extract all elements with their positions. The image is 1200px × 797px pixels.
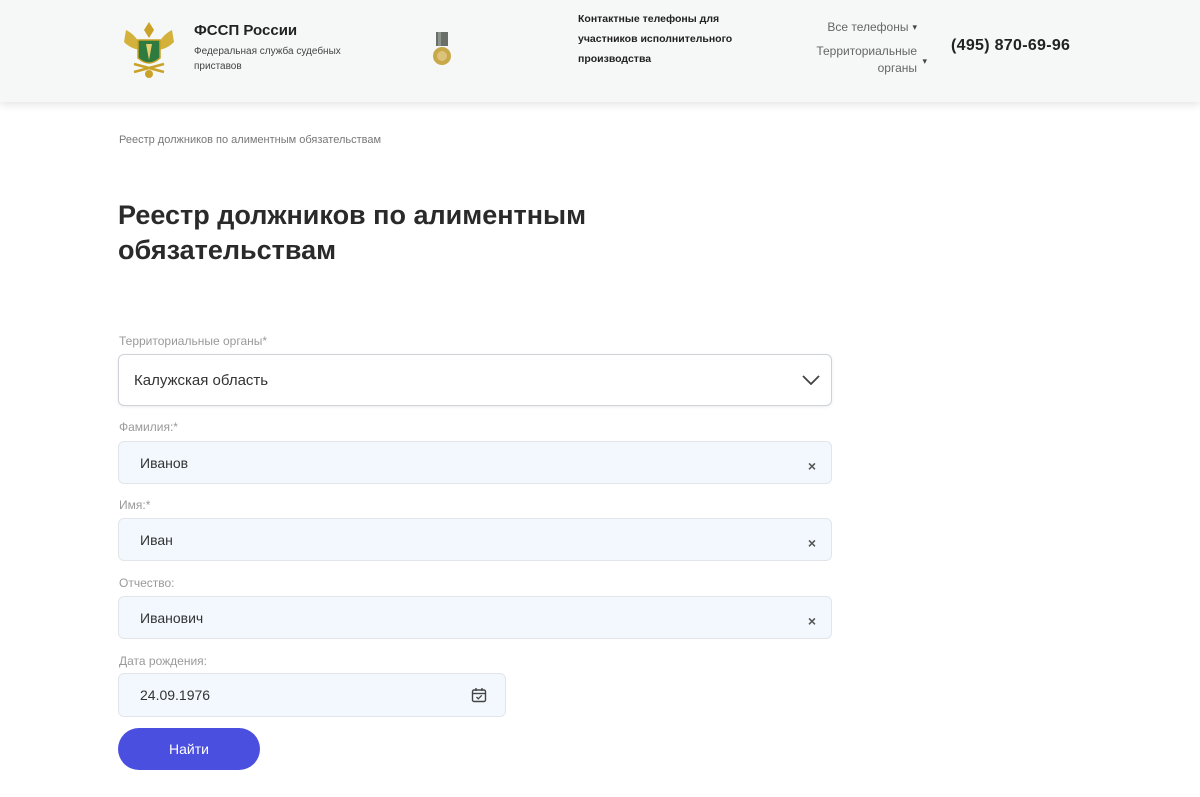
territorial-select-value: Калужская область [134,371,269,389]
contact-phone[interactable]: (495) 870-69-96 [951,37,1070,55]
calendar-icon[interactable] [453,687,505,703]
territorial-field-label: Территориальные органы* [119,334,268,348]
brand-title[interactable]: ФССП России [194,22,297,39]
clear-icon[interactable]: × [793,607,831,629]
birthdate-input-value: 24.09.1976 [140,687,211,703]
birthdate-field-label: Дата рождения: [119,654,207,668]
patronymic-input-value: Иванович [140,609,204,626]
medal-icon [433,32,451,65]
clear-icon[interactable]: × [793,529,831,551]
surname-input[interactable]: Иванов × [118,441,832,484]
all-phones-dropdown[interactable]: Все телефоны ▾ [827,20,917,34]
fssp-emblem-icon[interactable] [120,16,178,80]
caret-down-icon: ▾ [922,56,927,66]
search-button[interactable]: Найти [118,728,260,770]
page-title: Реестр должников по алиментным обязатель… [118,200,587,265]
territorial-label: Территориальные органы [816,44,917,75]
caret-down-icon: ▾ [912,21,917,32]
territorial-select[interactable]: Калужская область [118,354,832,406]
patronymic-field-label: Отчество: [119,576,175,590]
patronymic-input[interactable]: Иванович × [118,596,832,639]
name-input[interactable]: Иван × [118,518,832,561]
surname-field-label: Фамилия:* [119,420,178,434]
contacts-title: Контактные телефоны для участников испол… [578,13,733,65]
birthdate-input[interactable]: 24.09.1976 [118,673,506,717]
brand-subtitle: Федеральная служба судебных приставов [194,46,341,72]
name-input-value: Иван [140,531,173,548]
clear-icon[interactable]: × [793,452,831,474]
all-phones-label: Все телефоны [827,20,909,34]
surname-input-value: Иванов [140,454,189,471]
breadcrumb[interactable]: Реестр должников по алиментным обязатель… [119,134,381,146]
site-header: ФССП России Федеральная служба судебных … [0,0,1200,102]
name-field-label: Имя:* [119,498,151,512]
chevron-down-icon[interactable] [791,375,831,385]
territorial-dropdown[interactable]: Территориальные органы ▾ [787,43,927,77]
